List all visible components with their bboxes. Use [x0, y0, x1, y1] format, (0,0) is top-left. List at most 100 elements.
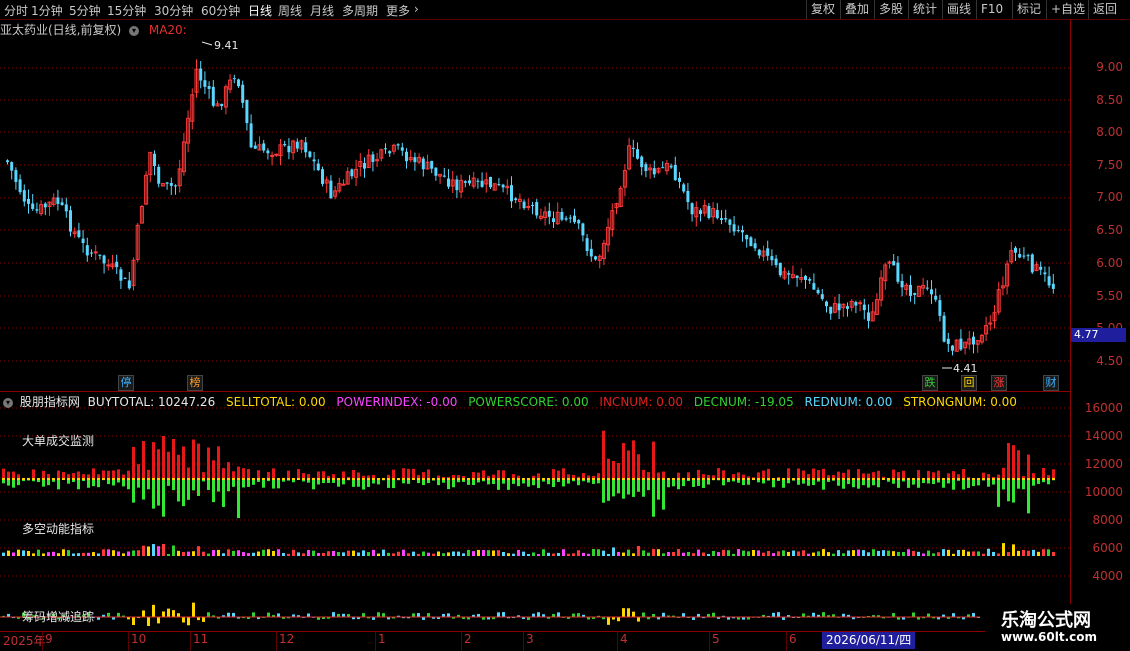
momentum-bar [282, 553, 285, 556]
big-order-marker [1002, 478, 1005, 480]
momentum-bar [617, 552, 620, 556]
candle-body [581, 223, 584, 235]
chip-bar [557, 612, 560, 617]
big-order-marker [987, 478, 990, 480]
candle-body [376, 160, 379, 161]
big-order-bar [597, 480, 600, 483]
big-order-marker [722, 478, 725, 480]
big-order-bar [312, 480, 315, 489]
big-order-bar [232, 480, 235, 487]
momentum-bar [732, 554, 735, 556]
big-order-marker [162, 478, 165, 480]
momentum-label: 多空动能指标 [22, 520, 94, 537]
momentum-bar [622, 553, 625, 556]
big-order-marker [832, 478, 835, 480]
momentum-bar [242, 552, 245, 556]
big-order-marker [582, 478, 585, 480]
big-order-marker [827, 478, 830, 480]
big-order-bar [502, 480, 505, 484]
chip-bar [577, 613, 580, 617]
indicator-name[interactable]: 股朋指标网 [20, 395, 80, 409]
big-order-marker [897, 478, 900, 480]
momentum-bar [672, 552, 675, 556]
big-order-bar [912, 480, 915, 485]
date-label: 9 [45, 632, 53, 646]
momentum-bar [212, 550, 215, 556]
chip-bar [267, 613, 270, 617]
momentum-bar [487, 550, 490, 556]
candle-body [233, 78, 236, 79]
chip-bar [632, 612, 635, 617]
momentum-bar [612, 547, 615, 556]
big-order-bar [302, 480, 305, 481]
momentum-bar [452, 552, 455, 556]
momentum-bar [872, 549, 875, 556]
momentum-bar [357, 552, 360, 556]
big-order-bar [997, 480, 1000, 507]
big-order-bar [577, 480, 580, 485]
momentum-bar [912, 551, 915, 556]
momentum-bar [472, 551, 475, 556]
big-order-bar [652, 442, 655, 480]
candle-body [166, 182, 169, 183]
date-label: 6 [789, 632, 797, 646]
pullback-badge[interactable]: 回 [961, 375, 977, 391]
candle-body [157, 167, 160, 184]
big-order-bar [942, 480, 945, 488]
big-order-marker [212, 478, 215, 480]
big-order-marker [287, 478, 290, 480]
candle-body [716, 210, 719, 218]
momentum-bar [882, 550, 885, 556]
big-order-bar [777, 480, 780, 481]
candle-body [455, 179, 458, 190]
momentum-bar [642, 550, 645, 556]
momentum-bar [1002, 543, 1005, 556]
chip-bar [152, 605, 155, 617]
candle-body [65, 204, 68, 211]
momentum-bar [737, 549, 740, 556]
big-order-marker [142, 478, 145, 480]
big-order-marker [1017, 478, 1020, 480]
finance-badge[interactable]: 财 [1043, 375, 1059, 391]
candle-body [812, 283, 815, 290]
candle-body [943, 316, 946, 342]
candle-body [1027, 255, 1030, 256]
big-order-marker [392, 478, 395, 480]
candle-body [1052, 284, 1055, 289]
candle-body [77, 230, 80, 237]
candle-body [854, 302, 857, 306]
big-order-bar [702, 480, 705, 488]
big-order-bar [617, 480, 620, 493]
big-order-marker [407, 478, 410, 480]
candle-body [27, 199, 30, 204]
suspension-badge[interactable]: 停 [118, 375, 134, 391]
big-order-marker [1037, 478, 1040, 480]
big-order-marker [262, 478, 265, 480]
momentum-bar [502, 552, 505, 556]
candlestick-chart[interactable] [0, 0, 1070, 631]
big-order-bar [147, 480, 150, 489]
chip-bar [332, 612, 335, 617]
big-order-bar [152, 480, 155, 509]
big-order-marker [632, 478, 635, 480]
pane-divider[interactable] [0, 391, 1070, 392]
date-label: 10 [131, 632, 146, 646]
momentum-bar [7, 551, 10, 556]
big-order-marker [697, 478, 700, 480]
big-order-bar [187, 480, 190, 500]
candle-body [115, 262, 118, 267]
candle-body [829, 307, 832, 314]
big-order-marker [977, 478, 980, 480]
big-order-bar [167, 480, 170, 486]
chevron-down-icon[interactable]: ▾ [3, 398, 13, 408]
momentum-bar [1017, 551, 1020, 556]
big-order-bar [212, 480, 215, 502]
fall-badge[interactable]: 跌 [922, 375, 938, 391]
big-order-marker [172, 478, 175, 480]
dragon-tiger-badge[interactable]: 榜 [187, 375, 203, 391]
rise-badge[interactable]: 涨 [991, 375, 1007, 391]
back-button[interactable]: 返回 [1088, 0, 1121, 19]
candle-body [565, 218, 568, 219]
big-order-marker [302, 478, 305, 480]
candle-body [1022, 256, 1025, 257]
